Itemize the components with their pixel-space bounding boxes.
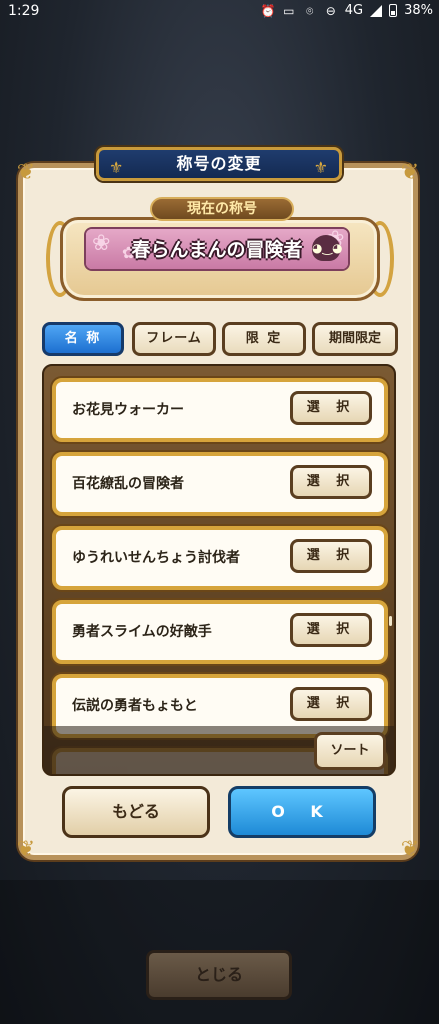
ornament-corner-icon: ❦ (400, 160, 420, 185)
network-type: 4G (344, 3, 364, 18)
ornament-corner-icon: ❦ (400, 837, 420, 862)
list-item[interactable]: 勇者スライムの好敵手 選 択 (52, 600, 388, 664)
do-not-disturb-icon: ⊖ (325, 3, 336, 18)
ornament-corner-icon: ❦ (16, 837, 36, 862)
status-bar: 1:29 ⏰ ▭ ⌾ ⊖ 4G 38% (0, 0, 439, 24)
current-title-label: 現在の称号 (150, 197, 294, 221)
list-item[interactable]: ゆうれいせんちょう討伐者 選 択 (52, 526, 388, 590)
status-icons: ⏰ ▭ ⌾ ⊖ 4G 38% (261, 3, 433, 18)
tab-period-limited[interactable]: 期間限定 (312, 322, 398, 356)
select-button[interactable]: 選 択 (290, 391, 372, 425)
tab-limited[interactable]: 限 定 (222, 322, 306, 356)
dialog-title-text: 称号の変更 (176, 154, 262, 173)
title-name: ゆうれいせんちょう討伐者 (72, 550, 240, 566)
list-item[interactable]: お花見ウォーカー 選 択 (52, 378, 388, 442)
tab-name[interactable]: 名 称 (42, 322, 124, 356)
current-title-banner: ❀ ✿ ❀ 春らんまんの冒険者 ◕‿◕ 現在の称号 (46, 197, 394, 305)
dialog-title: ⚜ 称号の変更 ⚜ (96, 147, 342, 181)
back-button[interactable]: もどる (62, 786, 210, 838)
cast-icon: ▭ (283, 3, 295, 18)
alarm-icon: ⏰ (260, 3, 276, 18)
title-name: お花見ウォーカー (72, 402, 184, 418)
title-list[interactable]: お花見ウォーカー 選 択 百花繚乱の冒険者 選 択 ゆうれいせんちょう討伐者 選… (42, 364, 396, 776)
sort-button[interactable]: ソート (314, 732, 386, 770)
scrollbar[interactable] (389, 616, 392, 626)
select-button[interactable]: 選 択 (290, 539, 372, 573)
title-name: 百花繚乱の冒険者 (72, 476, 184, 492)
tab-frame[interactable]: フレーム (132, 322, 216, 356)
list-item[interactable]: 百花繚乱の冒険者 選 択 (52, 452, 388, 516)
battery-icon (389, 4, 398, 17)
battery-level: 38% (404, 3, 433, 18)
select-button[interactable]: 選 択 (290, 465, 372, 499)
select-button[interactable]: 選 択 (290, 687, 372, 721)
status-time: 1:29 (8, 3, 40, 19)
signal-icon (370, 4, 383, 17)
select-button[interactable]: 選 択 (290, 613, 372, 647)
fleur-de-lis-icon: ⚜ (313, 158, 329, 177)
location-icon: ⌾ (306, 3, 314, 18)
fleur-de-lis-icon: ⚜ (109, 158, 125, 177)
close-button[interactable]: とじる (146, 950, 292, 1000)
slime-icon: ◕‿◕ (312, 235, 343, 261)
ornament-corner-icon: ❦ (16, 160, 36, 185)
ok-button[interactable]: O K (228, 786, 376, 838)
title-name: 勇者スライムの好敵手 (72, 624, 212, 640)
current-title-text: 春らんまんの冒険者 (131, 239, 303, 261)
